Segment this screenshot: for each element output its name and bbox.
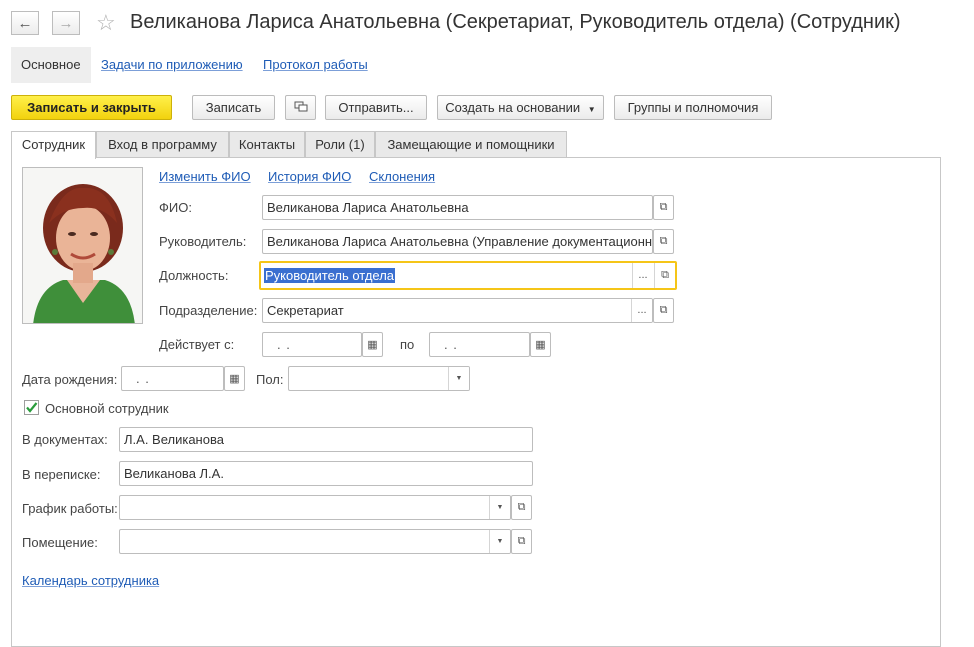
dropdown-arrow-icon: ▼	[496, 504, 504, 511]
calendar-icon: ▦	[229, 373, 240, 385]
active-to-field[interactable]: . .	[429, 332, 530, 357]
room-select[interactable]: ▼	[119, 529, 511, 554]
checkmark-icon	[26, 402, 38, 413]
dropdown-arrow-icon: ▼	[455, 375, 463, 382]
nav-main[interactable]: Основное	[11, 47, 91, 83]
forward-button[interactable]: →	[52, 11, 80, 35]
related-docs-button[interactable]	[285, 95, 316, 120]
main-employee-checkbox[interactable]	[24, 400, 39, 415]
fio-field[interactable]: Великанова Лариса Анатольевна	[262, 195, 653, 220]
open-icon: ⧉	[517, 535, 526, 547]
room-dropdown-button[interactable]: ▼	[489, 530, 510, 553]
fio-label: ФИО:	[159, 200, 192, 215]
gender-label: Пол:	[256, 372, 284, 387]
active-from-label: Действует с:	[159, 337, 235, 352]
in-documents-field[interactable]: Л.А. Великанова	[119, 427, 533, 452]
declension-link[interactable]: Склонения	[369, 169, 435, 184]
in-correspondence-value: Великанова Л.А.	[124, 466, 224, 481]
main-employee-label: Основной сотрудник	[45, 401, 169, 416]
employee-portrait-image	[23, 168, 142, 323]
calendar-icon: ▦	[367, 339, 378, 351]
department-value: Секретариат	[267, 303, 344, 318]
fio-open-button[interactable]: ⧉	[653, 195, 674, 220]
tab-employee[interactable]: Сотрудник	[11, 131, 96, 159]
open-icon: ⧉	[661, 269, 669, 281]
create-based-on-label: Создать на основании	[445, 100, 581, 115]
schedule-dropdown-button[interactable]: ▼	[489, 496, 510, 519]
birth-date-calendar-button[interactable]: ▦	[224, 366, 245, 391]
department-open-button[interactable]: ⧉	[653, 298, 674, 323]
ellipsis-icon: ...	[637, 304, 647, 316]
groups-and-permissions-button[interactable]: Группы и полномочия	[614, 95, 772, 120]
tab-roles[interactable]: Роли (1)	[305, 131, 375, 158]
position-value: Руководитель отдела	[264, 268, 396, 283]
room-label: Помещение:	[22, 535, 98, 550]
employee-calendar-link[interactable]: Календарь сотрудника	[22, 573, 159, 588]
nav-log[interactable]: Протокол работы	[263, 47, 368, 83]
documents-icon	[294, 101, 307, 112]
manager-field[interactable]: Великанова Лариса Анатольевна (Управлени…	[262, 229, 653, 254]
create-based-on-button[interactable]: Создать на основании ▼	[437, 95, 604, 120]
send-button[interactable]: Отправить...	[325, 95, 427, 120]
save-and-close-button[interactable]: Записать и закрыть	[11, 95, 172, 120]
arrow-right-icon: →	[58, 14, 74, 32]
position-select-button[interactable]: ...	[632, 263, 653, 288]
tab-contacts[interactable]: Контакты	[229, 131, 305, 158]
dropdown-arrow-icon: ▼	[587, 105, 596, 114]
favorite-star-icon[interactable]: ☆	[96, 10, 116, 36]
manager-value: Великанова Лариса Анатольевна (Управлени…	[267, 234, 653, 249]
department-field[interactable]: Секретариат ...	[262, 298, 653, 323]
birth-date-value: . .	[136, 371, 150, 386]
position-field[interactable]: Руководитель отдела ... ⧉	[259, 261, 677, 290]
window-title: Великанова Лариса Анатольевна (Секретари…	[130, 11, 901, 33]
in-correspondence-field[interactable]: Великанова Л.А.	[119, 461, 533, 486]
gender-dropdown-button[interactable]: ▼	[448, 367, 469, 390]
in-correspondence-label: В переписке:	[22, 467, 101, 482]
in-documents-label: В документах:	[22, 432, 108, 447]
calendar-icon: ▦	[535, 339, 546, 351]
department-label: Подразделение:	[159, 303, 258, 318]
gender-select[interactable]: ▼	[288, 366, 470, 391]
manager-open-button[interactable]: ⧉	[653, 229, 674, 254]
back-button[interactable]: ←	[11, 11, 39, 35]
room-open-button[interactable]: ⧉	[511, 529, 532, 554]
position-open-button[interactable]: ⧉	[654, 263, 675, 288]
open-icon: ⧉	[517, 501, 526, 513]
open-icon: ⧉	[659, 304, 668, 316]
fio-history-link[interactable]: История ФИО	[268, 169, 351, 184]
active-to-label: по	[400, 337, 415, 352]
tab-substitutes[interactable]: Замещающие и помощники	[375, 131, 567, 158]
ellipsis-icon: ...	[638, 269, 648, 281]
schedule-label: График работы:	[22, 501, 118, 516]
nav-tasks[interactable]: Задачи по приложению	[101, 47, 243, 83]
open-icon: ⧉	[659, 235, 668, 247]
department-select-button[interactable]: ...	[631, 299, 652, 322]
active-from-calendar-button[interactable]: ▦	[362, 332, 383, 357]
change-fio-link[interactable]: Изменить ФИО	[159, 169, 251, 184]
open-icon: ⧉	[659, 201, 668, 213]
birth-date-field[interactable]: . .	[121, 366, 224, 391]
position-label: Должность:	[159, 268, 229, 283]
active-to-calendar-button[interactable]: ▦	[530, 332, 551, 357]
in-documents-value: Л.А. Великанова	[124, 432, 224, 447]
dropdown-arrow-icon: ▼	[496, 538, 504, 545]
arrow-left-icon: ←	[17, 14, 33, 32]
active-from-value: . .	[277, 337, 291, 352]
schedule-open-button[interactable]: ⧉	[511, 495, 532, 520]
active-to-value: . .	[444, 337, 458, 352]
manager-label: Руководитель:	[159, 234, 247, 249]
fio-value: Великанова Лариса Анатольевна	[267, 200, 469, 215]
birth-date-label: Дата рождения:	[22, 372, 118, 387]
schedule-select[interactable]: ▼	[119, 495, 511, 520]
tab-login[interactable]: Вход в программу	[96, 131, 229, 158]
save-button[interactable]: Записать	[192, 95, 275, 120]
employee-photo[interactable]	[22, 167, 143, 324]
active-from-field[interactable]: . .	[262, 332, 362, 357]
